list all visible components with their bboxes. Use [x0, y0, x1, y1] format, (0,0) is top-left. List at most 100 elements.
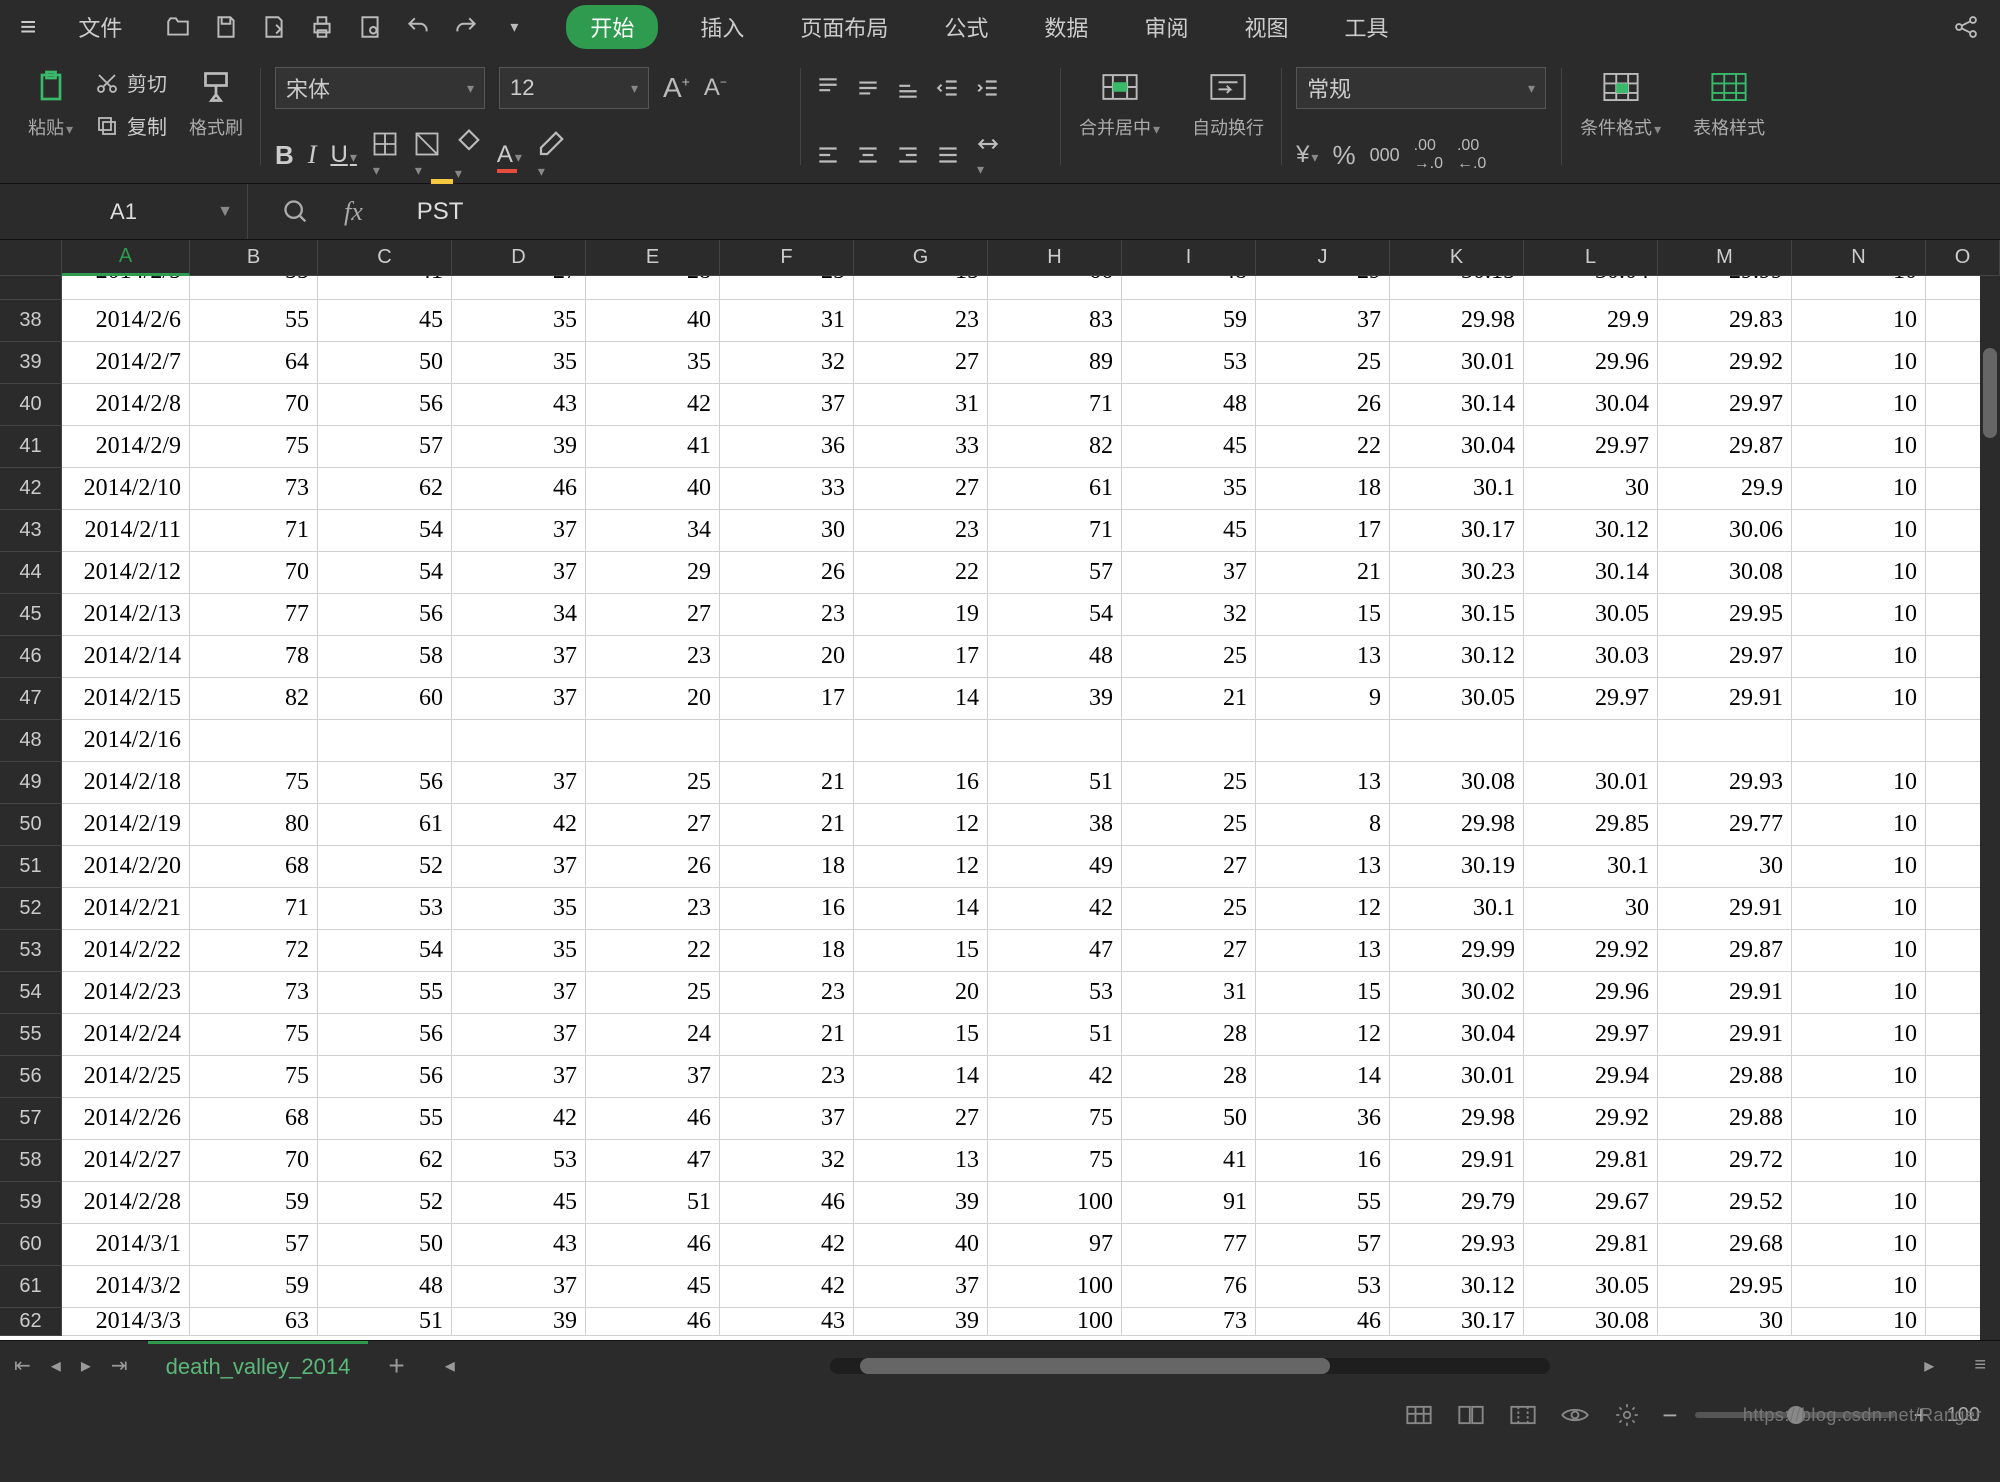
cell[interactable]: 36 — [1256, 1098, 1390, 1140]
align-bottom-icon[interactable] — [895, 75, 921, 101]
cell[interactable]: 42 — [452, 804, 586, 846]
cell[interactable]: 29.9 — [1524, 300, 1658, 342]
cell[interactable]: 2014/2/19 — [62, 804, 190, 846]
cell[interactable]: 52 — [318, 1182, 452, 1224]
row-header[interactable]: 52 — [0, 888, 62, 930]
cell[interactable]: 50 — [1122, 1098, 1256, 1140]
cell[interactable]: 45 — [586, 1266, 720, 1308]
cell[interactable]: 37 — [452, 510, 586, 552]
cell[interactable] — [1658, 720, 1792, 762]
cell[interactable]: 30.14 — [1390, 384, 1524, 426]
decrease-decimal-icon[interactable]: .00←.0 — [1457, 137, 1486, 173]
cell[interactable]: 37 — [586, 1056, 720, 1098]
cell[interactable]: 55 — [318, 1098, 452, 1140]
menu-file[interactable]: 文件 — [64, 5, 136, 49]
cell[interactable]: 71 — [190, 510, 318, 552]
cell[interactable] — [1256, 720, 1390, 762]
cell[interactable]: 29.88 — [1658, 1098, 1792, 1140]
cell[interactable]: 2014/2/12 — [62, 552, 190, 594]
cell[interactable]: 9 — [1256, 678, 1390, 720]
cell[interactable]: 30.06 — [1658, 510, 1792, 552]
cell[interactable]: 29.92 — [1524, 1098, 1658, 1140]
cell[interactable]: 10 — [1792, 1182, 1926, 1224]
cell[interactable]: 29.92 — [1524, 930, 1658, 972]
cell[interactable]: 29.87 — [1658, 426, 1792, 468]
print-icon[interactable] — [308, 13, 336, 41]
font-color-button[interactable]: A▾ — [497, 141, 522, 169]
cell[interactable]: 63 — [190, 1308, 318, 1336]
cell[interactable]: 10 — [1792, 636, 1926, 678]
orientation-icon[interactable]: ▾ — [975, 131, 1001, 180]
cell[interactable]: 10 — [1792, 972, 1926, 1014]
cell[interactable]: 39 — [854, 1182, 988, 1224]
cell[interactable]: 37 — [452, 846, 586, 888]
cut-button[interactable]: 剪切 — [95, 68, 167, 97]
cell[interactable]: 30.08 — [1658, 552, 1792, 594]
cell[interactable]: 34 — [586, 510, 720, 552]
row-header[interactable]: 49 — [0, 762, 62, 804]
cell[interactable]: 13 — [854, 1140, 988, 1182]
align-justify-icon[interactable] — [935, 142, 961, 168]
cell[interactable]: 29.98 — [1390, 804, 1524, 846]
cell[interactable]: 29.87 — [1658, 930, 1792, 972]
cell[interactable]: 75 — [988, 1140, 1122, 1182]
row-header[interactable]: 42 — [0, 468, 62, 510]
font-size-select[interactable]: 12▾ — [499, 67, 649, 109]
cell[interactable]: 30.05 — [1524, 594, 1658, 636]
cell[interactable]: 35 — [452, 342, 586, 384]
cell[interactable] — [1122, 720, 1256, 762]
cell[interactable] — [586, 720, 720, 762]
cell[interactable]: 42 — [452, 1098, 586, 1140]
vertical-scrollbar[interactable] — [1980, 276, 2000, 1340]
cell[interactable]: 10 — [1792, 846, 1926, 888]
underline-button[interactable]: U▾ — [330, 141, 356, 169]
cell[interactable]: 60 — [318, 678, 452, 720]
cell[interactable]: 34 — [452, 594, 586, 636]
cell[interactable]: 56 — [318, 1056, 452, 1098]
cell[interactable]: 27 — [1122, 930, 1256, 972]
currency-icon[interactable]: ¥▾ — [1296, 141, 1318, 169]
cell[interactable]: 39 — [854, 1308, 988, 1336]
cell[interactable]: 78 — [190, 636, 318, 678]
cell[interactable]: 10 — [1792, 678, 1926, 720]
cell[interactable]: 75 — [190, 1056, 318, 1098]
column-header-G[interactable]: G — [854, 240, 988, 276]
wrap-text-button[interactable]: 自动换行 — [1188, 62, 1268, 146]
cell[interactable]: 38 — [988, 804, 1122, 846]
cell[interactable]: 75 — [190, 1014, 318, 1056]
cell[interactable]: 56 — [318, 594, 452, 636]
cell[interactable]: 29.67 — [1524, 1182, 1658, 1224]
cell[interactable]: 27 — [452, 276, 586, 300]
open-icon[interactable] — [164, 13, 192, 41]
cell[interactable]: 30.15 — [1390, 276, 1524, 300]
cell[interactable]: 37 — [720, 1098, 854, 1140]
cell[interactable]: 68 — [190, 1098, 318, 1140]
cell[interactable]: 30.1 — [1390, 468, 1524, 510]
cell[interactable]: 23 — [720, 972, 854, 1014]
sheet-nav-next-icon[interactable]: ▸ — [81, 1353, 91, 1378]
cell[interactable]: 30.17 — [1390, 1308, 1524, 1336]
cell[interactable]: 45 — [1122, 426, 1256, 468]
cell[interactable]: 10 — [1792, 426, 1926, 468]
cell[interactable]: 29.83 — [1658, 300, 1792, 342]
cell[interactable]: 28 — [1122, 1014, 1256, 1056]
cell[interactable]: 29.52 — [1658, 1182, 1792, 1224]
row-header[interactable]: 38 — [0, 300, 62, 342]
cell[interactable]: 14 — [854, 888, 988, 930]
table-style-button[interactable]: 表格样式 — [1689, 62, 1769, 146]
cell[interactable]: 21 — [720, 804, 854, 846]
cell[interactable]: 56 — [318, 384, 452, 426]
cell[interactable]: 37 — [854, 1266, 988, 1308]
cell[interactable]: 30.12 — [1390, 1266, 1524, 1308]
cell[interactable]: 29.95 — [1658, 1266, 1792, 1308]
horizontal-scroll-thumb[interactable] — [860, 1358, 1330, 1374]
cell[interactable]: 27 — [586, 594, 720, 636]
paste-button[interactable]: 粘贴▾ — [24, 62, 77, 146]
menu-data[interactable]: 数据 — [1030, 5, 1102, 49]
cell[interactable]: 46 — [452, 468, 586, 510]
cell[interactable]: 29.97 — [1524, 426, 1658, 468]
redo-icon[interactable] — [452, 13, 480, 41]
column-header-C[interactable]: C — [318, 240, 452, 276]
cell[interactable]: 42 — [988, 888, 1122, 930]
cell[interactable]: 29.79 — [1390, 1182, 1524, 1224]
